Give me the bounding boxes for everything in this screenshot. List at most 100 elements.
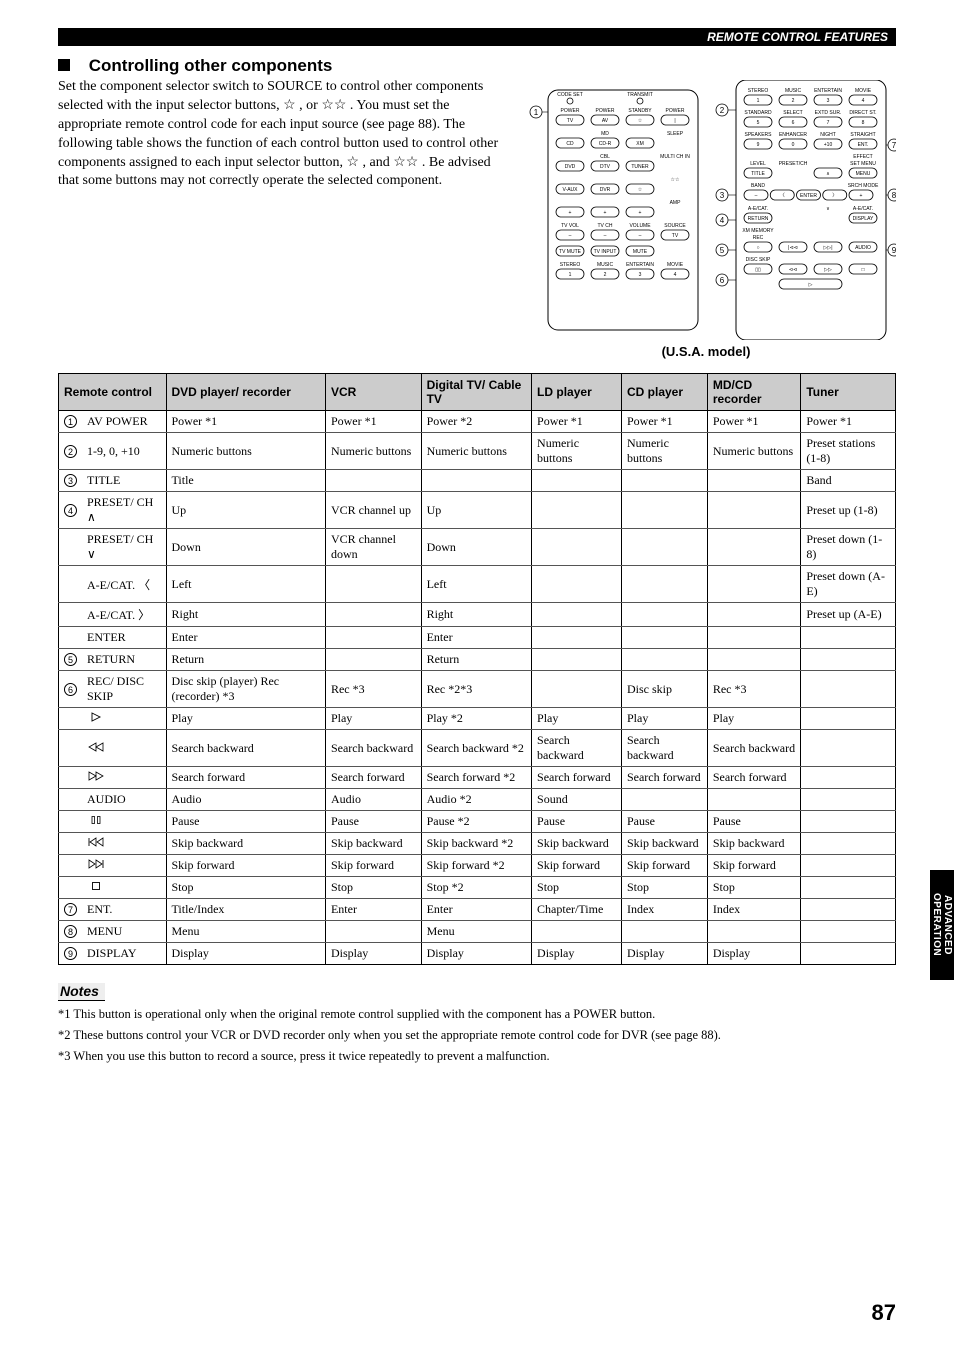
remote-diagram: CODE SETTRANSMITPOWERPOWERSTANDBYPOWERTV… [516, 78, 896, 359]
table-cell: Pause [166, 811, 325, 833]
table-cell: Search backward *2 [421, 730, 531, 767]
table-row: Skip backwardSkip backwardSkip backward … [59, 833, 896, 855]
note-line: *2 These buttons control your VCR or DVD… [58, 1028, 896, 1043]
svg-text:▷: ▷ [809, 282, 813, 288]
table-row: 21-9, 0, +10Numeric buttonsNumeric butto… [59, 433, 896, 470]
svg-text:EXTD SUR.: EXTD SUR. [815, 110, 842, 116]
row-callout-number [59, 833, 83, 855]
row-callout-number [59, 566, 83, 603]
svg-text:SRCH MODE: SRCH MODE [848, 183, 879, 189]
table-cell: Search forward [621, 767, 707, 789]
svg-text:PRESET/CH: PRESET/CH [779, 161, 808, 167]
stop-icon [87, 880, 105, 894]
table-cell: Skip backward [707, 833, 800, 855]
table-cell: Pause *2 [421, 811, 531, 833]
row-callout-number [59, 603, 83, 627]
table-row: AUDIOAudioAudioAudio *2Sound [59, 789, 896, 811]
table-cell: Index [621, 899, 707, 921]
svg-text:6: 6 [720, 276, 725, 285]
table-cell: Left [166, 566, 325, 603]
table-cell [707, 921, 800, 943]
table-cell: Power *1 [532, 411, 622, 433]
svg-text:8: 8 [862, 120, 865, 126]
svg-text:MD: MD [601, 131, 609, 137]
svg-text:▯▯: ▯▯ [755, 267, 761, 273]
svg-text:REC: REC [753, 235, 764, 241]
svg-text:MOVIE: MOVIE [667, 262, 684, 268]
bullet-square-icon [58, 59, 70, 71]
table-cell: Search forward [166, 767, 325, 789]
svg-text:☆: ☆ [638, 118, 643, 124]
table-cell: Index [707, 899, 800, 921]
svg-text:ENT.: ENT. [858, 142, 869, 148]
table-cell: Stop [532, 877, 622, 899]
table-cell: Enter [166, 627, 325, 649]
table-cell: Search backward [532, 730, 622, 767]
table-row: StopStopStop *2StopStopStop [59, 877, 896, 899]
table-cell: Up [166, 492, 325, 529]
svg-text:7: 7 [827, 120, 830, 126]
svg-text:TV: TV [672, 233, 679, 239]
table-cell: Power *1 [801, 411, 896, 433]
row-button-name [82, 833, 166, 855]
svg-text:SLEEP: SLEEP [667, 131, 684, 137]
table-cell [707, 789, 800, 811]
table-cell [325, 603, 421, 627]
svg-text:SPEAKERS: SPEAKERS [745, 132, 773, 138]
svg-text:CD-R: CD-R [599, 141, 612, 147]
svg-text:○: ○ [756, 245, 759, 251]
svg-text:1: 1 [757, 98, 760, 104]
table-cell: Audio [166, 789, 325, 811]
svg-text:4: 4 [862, 98, 865, 104]
svg-text:5: 5 [720, 246, 725, 255]
table-cell [707, 566, 800, 603]
svg-text:9: 9 [757, 142, 760, 148]
table-row: PRESET/ CH ∨DownVCR channel downDownPres… [59, 529, 896, 566]
table-cell: Search backward [707, 730, 800, 767]
skipb-icon [87, 836, 105, 850]
svg-text:9: 9 [892, 246, 896, 255]
row-button-name [82, 877, 166, 899]
svg-text:〈: 〈 [780, 193, 785, 199]
table-cell [707, 492, 800, 529]
svg-text:LEVEL: LEVEL [750, 161, 766, 167]
table-cell: Display [325, 943, 421, 965]
table-cell: Power *1 [707, 411, 800, 433]
table-cell: Stop [621, 877, 707, 899]
table-row: Search backwardSearch backwardSearch bac… [59, 730, 896, 767]
table-row: 7ENT.Title/IndexEnterEnterChapter/TimeIn… [59, 899, 896, 921]
table-cell: Numeric buttons [421, 433, 531, 470]
svg-text:–: – [569, 233, 572, 239]
table-cell: Stop *2 [421, 877, 531, 899]
table-cell [532, 566, 622, 603]
table-row: PlayPlayPlay *2PlayPlayPlay [59, 708, 896, 730]
rew-icon [87, 741, 105, 755]
row-callout-number [59, 855, 83, 877]
row-button-name [82, 767, 166, 789]
side-tab: ADVANCED OPERATION [930, 870, 954, 980]
row-callout-number: 2 [59, 433, 83, 470]
table-row: 6REC/ DISC SKIPDisc skip (player) Rec (r… [59, 671, 896, 708]
note-line: *3 When you use this button to record a … [58, 1049, 896, 1064]
table-cell: Power *1 [621, 411, 707, 433]
table-cell: Return [421, 649, 531, 671]
table-row: Skip forwardSkip forwardSkip forward *2S… [59, 855, 896, 877]
table-cell: Display [621, 943, 707, 965]
row-button-name: TITLE [82, 470, 166, 492]
table-cell [325, 566, 421, 603]
table-cell: Play [621, 708, 707, 730]
table-cell: Disc skip (player) Rec (recorder) *3 [166, 671, 325, 708]
table-cell [801, 833, 896, 855]
svg-text:TRANSMIT: TRANSMIT [627, 92, 653, 98]
table-cell: Chapter/Time [532, 899, 622, 921]
table-cell: Display [707, 943, 800, 965]
row-callout-number [59, 767, 83, 789]
table-cell: Skip forward [532, 855, 622, 877]
table-cell: Left [421, 566, 531, 603]
row-button-name [82, 730, 166, 767]
svg-text:MUSIC: MUSIC [785, 88, 802, 94]
table-cell: Preset stations (1-8) [801, 433, 896, 470]
th-col: DVD player/ recorder [166, 374, 325, 411]
row-callout-number: 5 [59, 649, 83, 671]
svg-text:AV: AV [602, 118, 609, 124]
